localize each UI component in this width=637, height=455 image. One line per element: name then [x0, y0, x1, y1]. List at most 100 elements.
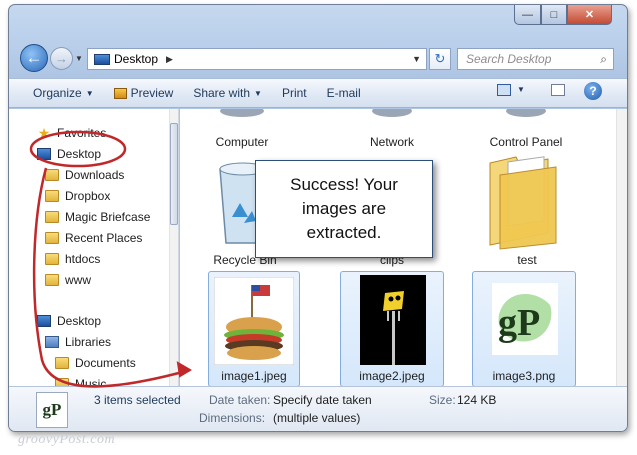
nav-item-dropbox[interactable]: Dropbox [45, 186, 110, 206]
nav-item-music[interactable]: Music [55, 374, 106, 386]
file-image2-label[interactable]: image2.jpeg [340, 369, 444, 383]
test-folder-icon[interactable] [486, 153, 560, 251]
nav-item-label: htdocs [65, 252, 101, 266]
size-label: Size: [429, 393, 456, 407]
nav-item-label: Magic Briefcase [65, 210, 151, 224]
nav-item-label: Favorites [57, 126, 107, 140]
date-taken-label: Date taken: [209, 393, 271, 407]
minimize-button[interactable]: — [514, 5, 541, 25]
refresh-icon: ↻ [434, 51, 446, 66]
file-image3-label[interactable]: image3.png [472, 369, 576, 383]
close-button[interactable]: ✕ [567, 5, 612, 25]
library-icon [45, 336, 59, 348]
address-dropdown-icon[interactable]: ▼ [412, 54, 421, 64]
date-taken-value[interactable]: Specify date taken [273, 393, 372, 407]
recent-pages-dropdown[interactable]: ▼ [75, 54, 83, 63]
nav-item-label: Downloads [65, 168, 125, 182]
address-bar[interactable]: Desktop ▶ ▼ [87, 48, 427, 70]
back-button[interactable]: ← [20, 44, 48, 72]
share-with-label: Share with [193, 86, 251, 100]
email-button[interactable]: E-mail [317, 82, 371, 104]
close-icon: ✕ [584, 9, 595, 21]
forward-arrow-icon: → [55, 51, 68, 66]
search-icon: ⌕ [600, 51, 607, 66]
svg-text:gP: gP [498, 302, 540, 344]
maximize-icon: □ [550, 8, 558, 21]
nav-item-desktop[interactable]: Desktop [37, 144, 101, 164]
desktop-icon [94, 53, 110, 65]
nav-item-downloads[interactable]: Downloads [45, 165, 124, 185]
help-button[interactable]: ? [584, 82, 602, 100]
search-input[interactable]: Search Desktop [466, 52, 551, 66]
nav-item-recent-places[interactable]: Recent Places [45, 228, 142, 248]
preview-icon [113, 87, 127, 99]
content-scrollbar[interactable] [616, 109, 627, 386]
command-bar: Organize ▼ Preview Share with ▼ Print E-ma… [9, 78, 627, 108]
callout-line: extracted. [306, 223, 382, 242]
nav-item-label: Recent Places [65, 231, 143, 245]
star-icon: ★ [37, 124, 51, 141]
computer-icon [220, 109, 264, 117]
minimize-icon: — [522, 8, 533, 21]
file-image1-label[interactable]: image1.jpeg [208, 369, 300, 383]
network-icon [372, 109, 412, 117]
nav-item-label: Libraries [65, 335, 112, 349]
nav-item-label: Desktop [57, 147, 102, 161]
item-network[interactable]: Network [352, 135, 432, 149]
breadcrumb-separator-icon[interactable]: ▶ [166, 54, 173, 65]
change-view-icon[interactable] [497, 84, 511, 96]
dropdown-arrow-icon: ▼ [85, 88, 94, 98]
selection-thumbnail: gP [36, 392, 68, 428]
back-arrow-icon: ← [25, 48, 43, 67]
image2-thumbnail [360, 275, 426, 365]
nav-item-www[interactable]: www [45, 270, 91, 290]
view-dropdown-icon[interactable]: ▼ [517, 85, 525, 94]
print-button[interactable]: Print [272, 82, 317, 104]
nav-item-libraries[interactable]: Libraries [45, 332, 111, 352]
nav-item-htdocs[interactable]: htdocs [45, 249, 100, 269]
selection-count: 3 items selected [94, 393, 181, 407]
nav-scrollbar-thumb[interactable] [170, 123, 178, 225]
email-label: E-mail [326, 86, 361, 100]
print-label: Print [281, 86, 307, 100]
maximize-button[interactable]: □ [541, 5, 567, 25]
folder-icon [45, 253, 59, 265]
item-computer[interactable]: Computer [202, 135, 282, 149]
image1-thumbnail [214, 277, 294, 365]
nav-item-favorites[interactable]: ★ Favorites [37, 123, 107, 143]
navigation-pane: ★ Favorites Desktop Downloads Dropbox Mag… [9, 109, 179, 386]
item-control-panel[interactable]: Control Panel [476, 135, 576, 149]
preview-label: Preview [130, 86, 174, 100]
folder-icon [45, 169, 59, 181]
folder-icon [45, 211, 59, 223]
help-icon: ? [589, 84, 597, 98]
organize-button[interactable]: Organize ▼ [23, 82, 104, 104]
share-with-button[interactable]: Share with ▼ [183, 82, 272, 104]
watermark: groovyPost.com [18, 432, 116, 447]
folder-icon [45, 232, 59, 244]
desktop-icon [37, 148, 51, 160]
address-location[interactable]: Desktop [114, 52, 158, 66]
nav-item-magic-briefcase[interactable]: Magic Briefcase [45, 207, 150, 227]
dimensions-label: Dimensions: [199, 411, 266, 425]
refresh-button[interactable]: ↻ [429, 48, 451, 70]
folder-icon [45, 190, 59, 202]
callout-line: Success! Your [290, 175, 398, 194]
nav-item-label: www [65, 273, 91, 287]
desktop-icon [37, 315, 51, 327]
success-callout: Success! Your images are extracted. [255, 160, 433, 258]
nav-item-desktop-root[interactable]: Desktop [37, 311, 101, 331]
item-test[interactable]: test [497, 253, 557, 267]
search-box[interactable]: Search Desktop ⌕ [457, 48, 614, 70]
preview-button[interactable]: Preview [104, 82, 184, 104]
organize-label: Organize [33, 86, 82, 100]
forward-button[interactable]: → [50, 47, 73, 70]
control-panel-icon [506, 109, 546, 117]
image3-thumbnail: gP [492, 283, 558, 355]
callout-line: images are [301, 199, 387, 218]
size-value: 124 KB [457, 393, 497, 407]
thumbnail-logo: gP [42, 400, 62, 419]
preview-pane-icon[interactable] [551, 84, 565, 96]
folder-icon [55, 357, 69, 369]
nav-item-documents[interactable]: Documents [55, 353, 136, 373]
